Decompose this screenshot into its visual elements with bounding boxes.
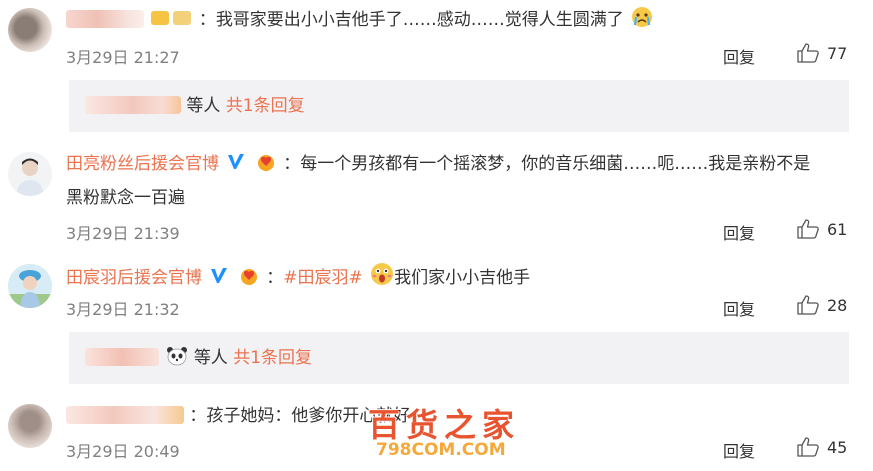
timestamp: 3月29日 21:39	[66, 224, 180, 243]
comment-line: 田亮粉丝后援会官博 ：每一个男孩都有一个摇滚梦，你的音乐细菌……呃……我是亲粉不…	[66, 150, 857, 178]
subreply-total-link[interactable]: 共1条回复	[226, 96, 305, 116]
username-blurred[interactable]	[66, 406, 184, 424]
timestamp: 3月29日 21:27	[66, 48, 180, 67]
reply-users-blurred	[85, 96, 181, 114]
avatar[interactable]	[8, 404, 52, 448]
thumbs-up-icon	[797, 43, 819, 63]
hashtag-link[interactable]: #田宸羽#	[283, 268, 363, 288]
comment-content: 每一个男孩都有一个摇滚梦，你的音乐细菌……呃……我是亲粉不是	[300, 154, 811, 174]
reply-button[interactable]: 回复	[723, 220, 755, 244]
separator: ：	[189, 406, 207, 426]
reply-button[interactable]: 回复	[723, 438, 755, 462]
timestamp: 3月29日 20:49	[66, 442, 180, 461]
subreply-summary[interactable]: 等人 共1条回复	[69, 332, 849, 384]
avatar-image	[8, 152, 52, 196]
thumbs-up-icon	[797, 437, 819, 457]
like-count: 77	[827, 44, 848, 63]
crying-emoji-icon	[632, 7, 653, 27]
avatar-image	[8, 264, 52, 308]
comment-content: 我们家小小吉他手	[394, 268, 531, 288]
fan-badge-icon	[257, 155, 274, 171]
comment-line: 田宸羽后援会官博 ：#田宸羽# 我们家小小吉他手	[66, 262, 857, 292]
like-count: 45	[827, 438, 848, 457]
subreply-summary[interactable]: 等人 共1条回复	[69, 80, 849, 132]
reply-button[interactable]: 回复	[723, 44, 755, 68]
avatar[interactable]	[8, 8, 52, 52]
comment-item: 田亮粉丝后援会官博 ：每一个男孩都有一个摇滚梦，你的音乐细菌……呃……我是亲粉不…	[0, 144, 873, 244]
username[interactable]: 田亮粉丝后援会官博	[66, 154, 219, 174]
comment-line: 黑粉默念一百遍	[66, 184, 857, 212]
like-count: 28	[827, 296, 848, 315]
thumbs-up-icon	[797, 219, 819, 239]
timestamp: 3月29日 21:32	[66, 300, 180, 319]
comment-content-continued: 黑粉默念一百遍	[66, 188, 185, 208]
reply-button[interactable]: 回复	[723, 296, 755, 320]
verified-v-icon	[228, 154, 245, 169]
reply-users-blurred	[85, 348, 159, 366]
like-button[interactable]: 77	[797, 42, 857, 66]
like-button[interactable]: 28	[797, 294, 857, 318]
avatar[interactable]	[8, 264, 52, 308]
avatar[interactable]	[8, 152, 52, 196]
thumbs-up-icon	[797, 295, 819, 315]
site-watermark: 百货之家 798COM.COM	[368, 400, 528, 466]
watermark-url: 798COM.COM	[376, 440, 506, 460]
verified-v-icon	[211, 268, 228, 283]
username-blurred[interactable]	[66, 10, 144, 28]
like-button[interactable]: 61	[797, 218, 857, 242]
separator: ：	[198, 10, 216, 30]
like-count: 61	[827, 220, 848, 239]
username[interactable]: 田宸羽后援会官博	[66, 268, 202, 288]
comment-item: 田宸羽后援会官博 ：#田宸羽# 我们家小小吉他手 3月29日 21:32 回复 …	[0, 256, 873, 332]
like-button[interactable]: 45	[797, 436, 857, 460]
comment-content: 我哥家要出小小吉他手了……感动……觉得人生圆满了	[215, 10, 624, 30]
comment-meta: 3月29日 21:39 回复 61	[66, 218, 857, 244]
shocked-emoji-icon	[371, 263, 394, 285]
panda-icon	[167, 347, 188, 366]
subreply-total-link[interactable]: 共1条回复	[233, 348, 312, 368]
separator: ：	[283, 154, 301, 174]
comment-line: ：我哥家要出小小吉他手了……感动……觉得人生圆满了	[66, 6, 857, 34]
fan-badge-icon	[240, 269, 257, 285]
comment-meta: 3月29日 21:32 回复 28	[66, 294, 857, 320]
separator: ：	[266, 268, 284, 288]
comment-item: ：我哥家要出小小吉他手了……感动……觉得人生圆满了 3月29日 21:27 回复…	[0, 0, 873, 76]
subreply-suffix: 等人	[186, 96, 221, 116]
subreply-suffix: 等人	[193, 348, 228, 368]
comment-meta: 3月29日 21:27 回复 77	[66, 42, 857, 68]
vip-badge-icon	[151, 11, 192, 25]
